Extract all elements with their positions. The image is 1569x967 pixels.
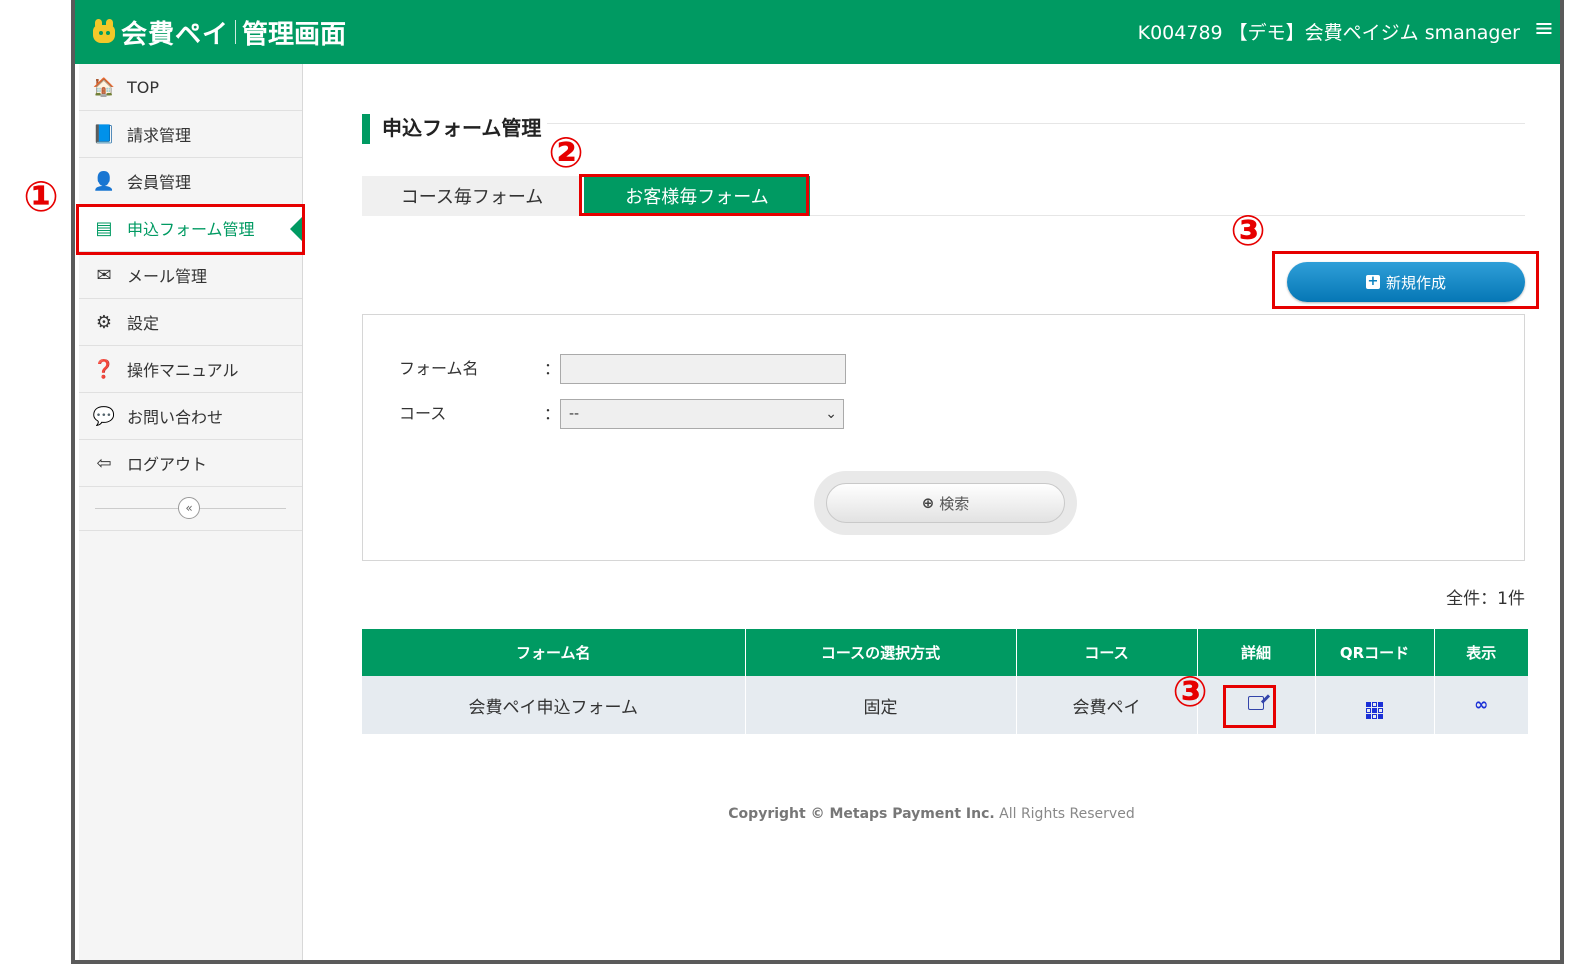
col-display: 表示 xyxy=(1434,629,1528,676)
sidebar-item-label: メール管理 xyxy=(127,267,208,286)
logo-text: 会費ペイ xyxy=(121,19,230,50)
search-button[interactable]: ⊕ 検索 xyxy=(826,483,1065,523)
sidebar-collapse-row: « xyxy=(79,487,302,531)
total-count: 全件：1件 xyxy=(1446,589,1525,609)
copyright-rest: All Rights Reserved xyxy=(994,806,1135,822)
link-icon[interactable]: ∞ xyxy=(1474,695,1488,715)
app-logo[interactable]: 会費ペイ 管理画面 xyxy=(91,12,346,52)
sidebar-item-logout[interactable]: ⇦ ログアウト xyxy=(79,440,302,487)
sidebar-item-billing[interactable]: 📘 請求管理 xyxy=(79,111,302,158)
main-content: 申込フォーム管理 コース毎フォーム お客様毎フォーム + 新規作成 フォーム名 … xyxy=(303,64,1560,960)
col-detail: 詳細 xyxy=(1197,629,1316,676)
cell-qrcode xyxy=(1315,676,1435,734)
search-panel: フォーム名 ： コース ： -- ⌄ ⊕ 検索 xyxy=(362,314,1525,561)
gears-icon: ⚙ xyxy=(95,311,113,333)
annotation-box-edit xyxy=(1223,685,1276,728)
collapse-sidebar-icon[interactable]: « xyxy=(178,497,200,519)
sidebar-item-label: ログアウト xyxy=(127,455,208,474)
copyright: Copyright © Metaps Payment Inc. All Righ… xyxy=(303,806,1560,822)
tab-course-form[interactable]: コース毎フォーム xyxy=(362,176,582,216)
annotation-box-tab xyxy=(579,174,809,216)
mascot-logo-icon xyxy=(91,19,117,45)
col-course: コース xyxy=(1016,629,1198,676)
annotation-number-3b: ③ xyxy=(1172,667,1208,716)
cell-form-name: 会費ペイ申込フォーム xyxy=(362,676,746,734)
colon: ： xyxy=(544,404,561,423)
form-name-input[interactable] xyxy=(560,354,846,384)
sidebar-item-label: TOP xyxy=(127,77,160,97)
sidebar-item-members[interactable]: 👤 会員管理 xyxy=(79,158,302,205)
col-form-name: フォーム名 xyxy=(362,629,746,676)
sidebar-item-label: 設定 xyxy=(127,314,160,333)
forms-table: フォーム名 コースの選択方式 コース 詳細 QRコード 表示 会費ペイ申込フォー… xyxy=(362,629,1528,734)
annotation-number-1: ① xyxy=(23,172,59,221)
cell-method: 固定 xyxy=(745,676,1017,734)
chat-icon: 💬 xyxy=(92,405,116,427)
form-name-row: フォーム名 ： xyxy=(399,355,560,379)
logo-divider xyxy=(235,20,237,44)
sidebar-item-label: 操作マニュアル xyxy=(127,361,239,380)
top-header: 会費ペイ 管理画面 K004789 【デモ】会費ペイジム smanager ≡ xyxy=(75,0,1560,64)
chevron-down-icon: ⌄ xyxy=(825,406,837,422)
course-selected-value: -- xyxy=(569,406,580,422)
magnifier-icon: ⊕ xyxy=(921,494,935,512)
question-icon: ❓ xyxy=(92,358,116,380)
cell-display: ∞ xyxy=(1434,676,1528,734)
hamburger-menu-icon[interactable]: ≡ xyxy=(1534,14,1554,42)
sidebar-item-label: お問い合わせ xyxy=(127,408,224,427)
logo-subtitle: 管理画面 xyxy=(242,19,347,50)
colon: ： xyxy=(544,359,561,378)
sidebar-item-mail[interactable]: ✉ メール管理 xyxy=(79,252,302,299)
copyright-company: Copyright © Metaps Payment Inc. xyxy=(728,806,995,822)
sidebar-item-contact[interactable]: 💬 お問い合わせ xyxy=(79,393,302,440)
col-selection-method: コースの選択方式 xyxy=(745,629,1017,676)
logout-icon: ⇦ xyxy=(96,452,112,474)
mail-icon: ✉ xyxy=(96,264,112,286)
sidebar-item-label: 請求管理 xyxy=(127,126,192,145)
search-button-wrap: ⊕ 検索 xyxy=(814,471,1077,535)
search-button-label: 検索 xyxy=(939,494,970,513)
table-row: 会費ペイ申込フォーム 固定 会費ペイ ∞ xyxy=(362,676,1528,734)
annotation-number-3a: ③ xyxy=(1230,206,1266,255)
sidebar: 🏠 TOP 📘 請求管理 👤 会員管理 ▤ 申込フォーム管理 ✉ メール管理 ⚙… xyxy=(79,64,303,960)
page-title: 申込フォーム管理 xyxy=(362,114,548,144)
qrcode-icon[interactable] xyxy=(1366,701,1383,719)
annotation-box-sidebar xyxy=(76,204,305,255)
course-label: コース xyxy=(399,404,447,423)
sidebar-item-label: 会員管理 xyxy=(127,173,192,192)
form-type-tabs: コース毎フォーム お客様毎フォーム xyxy=(362,176,1525,216)
sidebar-item-top[interactable]: 🏠 TOP xyxy=(79,64,302,111)
table-header-row: フォーム名 コースの選択方式 コース 詳細 QRコード 表示 xyxy=(362,629,1528,676)
user-icon: 👤 xyxy=(92,170,116,192)
sidebar-item-settings[interactable]: ⚙ 設定 xyxy=(79,299,302,346)
user-info: K004789 【デモ】会費ペイジム smanager xyxy=(1137,22,1520,44)
sidebar-item-manual[interactable]: ❓ 操作マニュアル xyxy=(79,346,302,393)
col-qrcode: QRコード xyxy=(1315,629,1435,676)
app-window: 会費ペイ 管理画面 K004789 【デモ】会費ペイジム smanager ≡ … xyxy=(71,0,1564,964)
book-icon: 📘 xyxy=(92,123,116,145)
annotation-box-new xyxy=(1272,251,1539,309)
course-select[interactable]: -- ⌄ xyxy=(560,399,844,429)
course-row: コース ： xyxy=(399,400,560,424)
form-name-label: フォーム名 xyxy=(399,359,479,378)
home-icon: 🏠 xyxy=(92,76,116,98)
